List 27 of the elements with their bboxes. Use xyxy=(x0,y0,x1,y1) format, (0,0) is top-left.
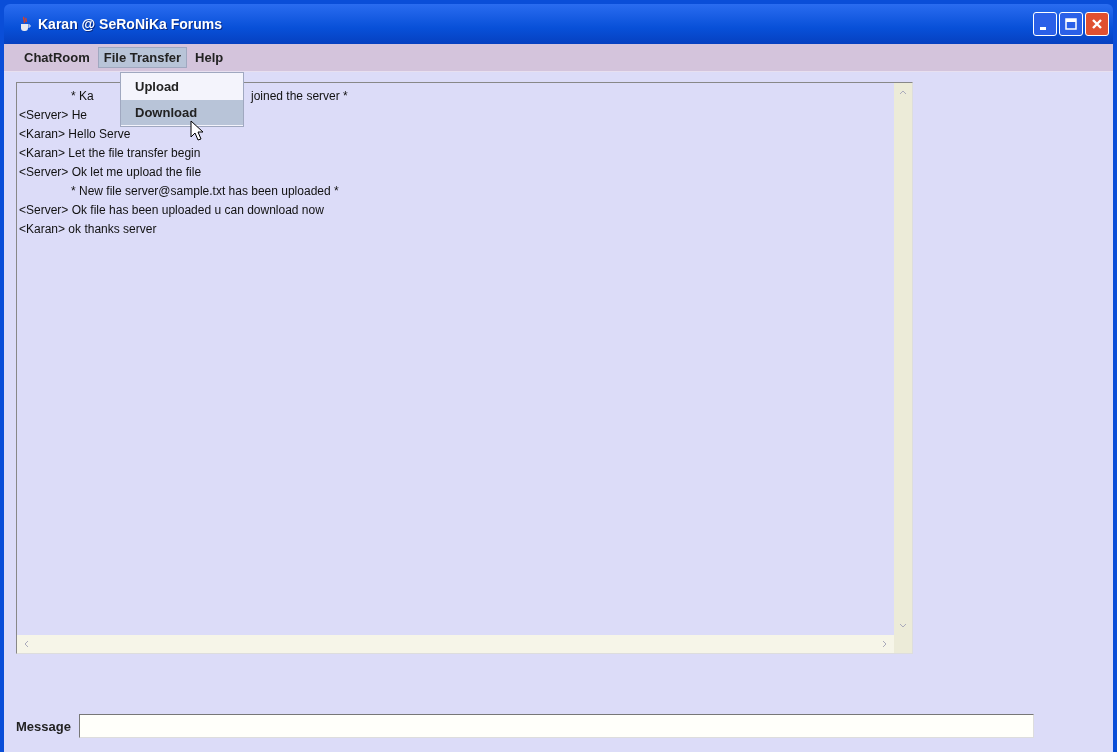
chat-line: * Ka xyxy=(71,89,94,103)
window-title: Karan @ SeRoNiKa Forums xyxy=(38,16,224,32)
scrollbar-corner xyxy=(894,635,912,653)
chat-line: <Server> Ok file has been uploaded u can download now xyxy=(19,203,324,217)
message-label: Message xyxy=(16,718,71,734)
menu-item[interactable]: ChatRoom xyxy=(18,47,96,68)
chat-line: <Server> Ok let me upload the file xyxy=(19,165,202,179)
maximize-button[interactable] xyxy=(1059,12,1083,36)
message-field[interactable] xyxy=(78,714,1034,738)
vertical-scrollbar[interactable] xyxy=(894,83,912,635)
coffee-cup-icon xyxy=(18,16,32,32)
chat-line: <Karan> ok thanks server xyxy=(19,222,157,236)
menu-option[interactable]: Download xyxy=(121,100,243,125)
chat-line: <Karan> Hello Serve xyxy=(19,127,131,141)
menu-item[interactable]: Help xyxy=(189,47,230,68)
chat-line: <Karan> Let the file transfer begin xyxy=(19,146,201,160)
chat-line: * New file server@sample.txt has been uploaded * xyxy=(71,184,339,198)
minimize-icon xyxy=(1039,26,1046,30)
minimize-button[interactable] xyxy=(1033,12,1057,36)
chat-line: <Server> He xyxy=(19,108,88,122)
chat-line: joined the server * xyxy=(251,88,348,105)
horizontal-scrollbar[interactable] xyxy=(17,635,894,653)
close-icon xyxy=(1090,17,1104,31)
menu-item[interactable]: File Transfer xyxy=(97,47,188,68)
close-button[interactable] xyxy=(1085,12,1109,36)
maximize-icon xyxy=(1064,17,1078,31)
menu-option[interactable]: Upload xyxy=(121,74,243,99)
